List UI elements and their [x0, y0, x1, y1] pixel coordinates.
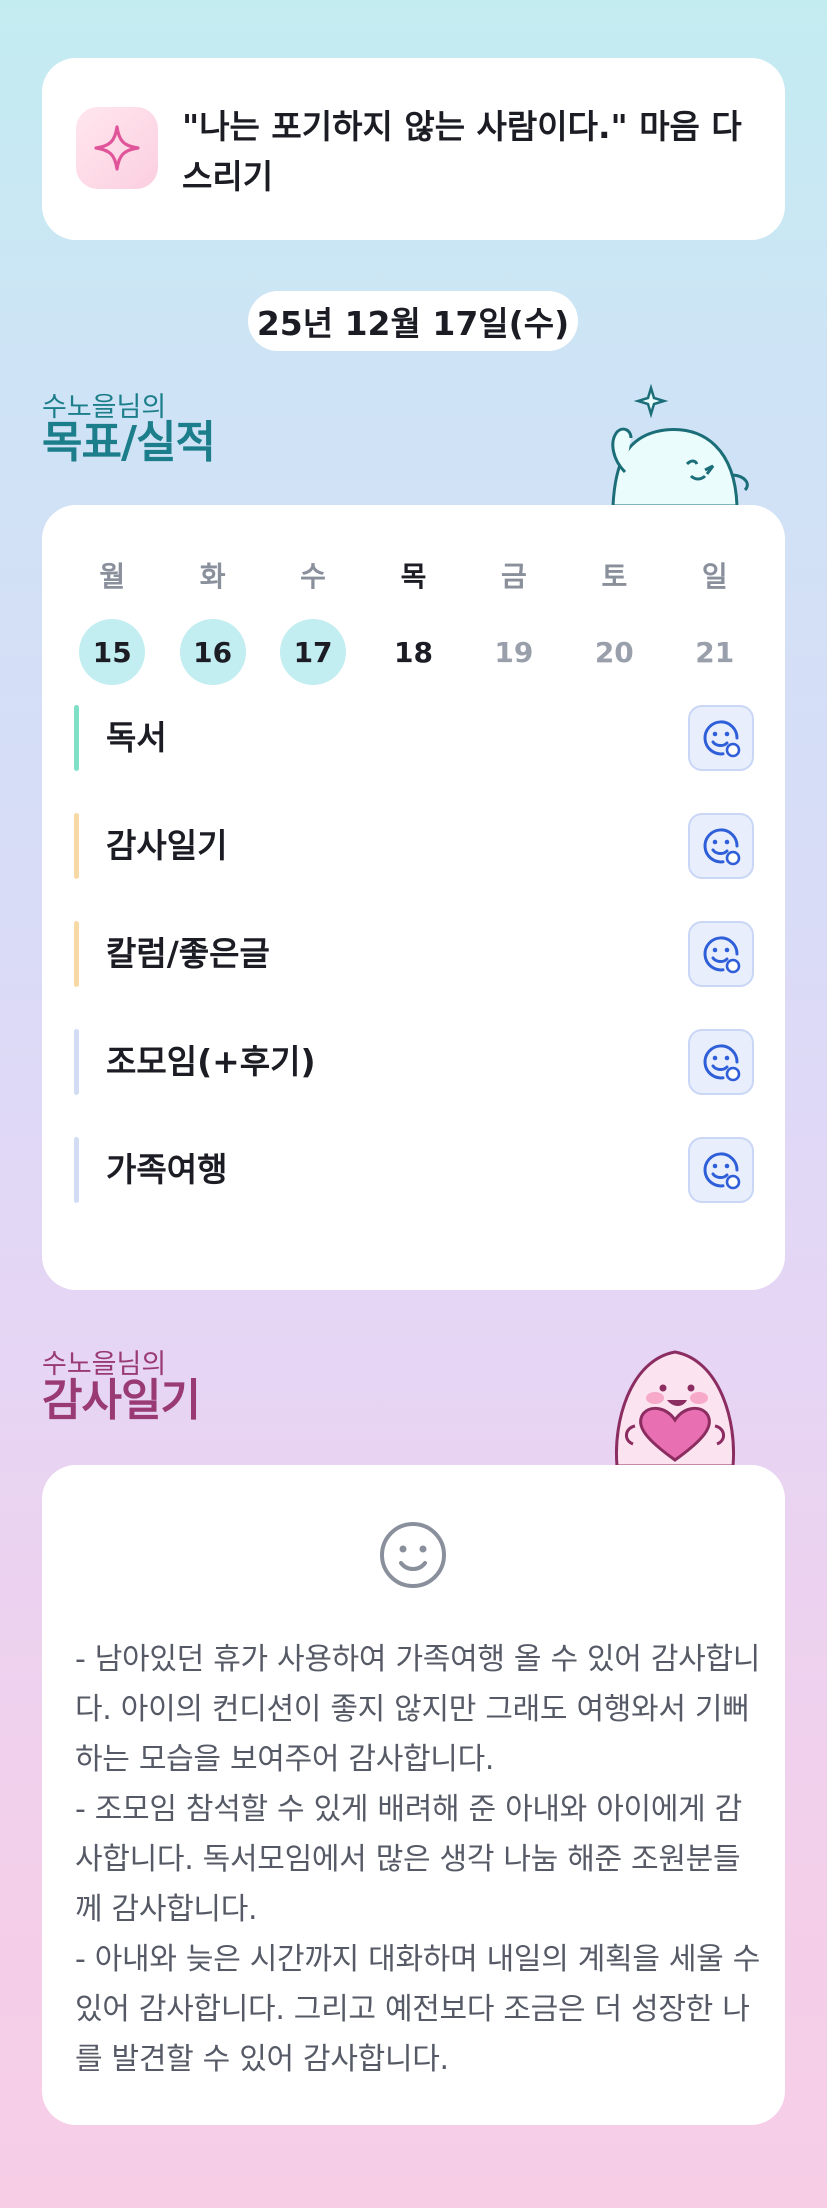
- day-number: 21: [695, 635, 735, 669]
- sparkle-icon: [76, 107, 158, 189]
- goals-section-title: 목표/실적: [42, 417, 216, 468]
- day-name: 월: [99, 560, 126, 593]
- day-name: 금: [501, 560, 527, 593]
- smiley-add-icon: [703, 1152, 741, 1190]
- goal-label: 독서: [106, 718, 167, 757]
- goal-row: 조모임(+후기): [74, 1029, 754, 1095]
- smiley-add-icon: [703, 720, 741, 758]
- goal-row: 가족여행: [74, 1137, 754, 1203]
- goal-label: 조모임(+후기): [106, 1042, 316, 1081]
- smiley-add-icon: [703, 936, 741, 974]
- smiley-add-button[interactable]: [688, 1029, 754, 1095]
- day-column[interactable]: 수 17: [263, 557, 363, 685]
- smiley-add-button[interactable]: [688, 705, 754, 771]
- goal-color-bar: [74, 921, 79, 987]
- motto-text: "나는 포기하지 않는 사람이다." 마음 다스리기: [182, 107, 742, 196]
- day-column[interactable]: 일 21: [665, 557, 765, 685]
- day-number: 20: [594, 635, 634, 669]
- goal-color-bar: [74, 1137, 79, 1203]
- day-column[interactable]: 화 16: [162, 557, 262, 685]
- day-name: 수: [300, 560, 326, 593]
- day-name: 일: [701, 560, 728, 593]
- goal-label: 감사일기: [106, 826, 228, 865]
- goal-row: 칼럼/좋은글: [74, 921, 754, 987]
- goals-card: 월 15 화 16 수 17 목 18 금 19 토 20 일 21 독서감사일기칼럼/좋은글조모임(+후…: [42, 505, 785, 1290]
- smiley-add-button[interactable]: [688, 813, 754, 879]
- smiley-add-button[interactable]: [688, 1137, 754, 1203]
- day-number: 16: [179, 619, 246, 685]
- week-calendar: 월 15 화 16 수 17 목 18 금 19 토 20 일 21: [62, 557, 765, 685]
- goal-row: 감사일기: [74, 813, 754, 879]
- day-number: 17: [280, 619, 347, 685]
- date-label[interactable]: 25년 12월 17일(수): [248, 291, 578, 351]
- gratitude-section-title: 감사일기: [42, 1375, 201, 1426]
- goal-color-bar: [74, 813, 79, 879]
- goal-color-bar: [74, 1029, 79, 1095]
- day-number: 15: [79, 619, 146, 685]
- smiley-icon: [380, 1522, 446, 1588]
- mascot-goals-illustration: [611, 383, 749, 506]
- day-name: 목: [400, 560, 427, 593]
- day-name: 화: [199, 560, 226, 593]
- goal-label: 칼럼/좋은글: [106, 934, 270, 973]
- day-name: 토: [601, 560, 628, 593]
- day-number: 18: [393, 635, 433, 669]
- mascot-heart-illustration: [614, 1350, 736, 1466]
- day-column[interactable]: 금 19: [464, 557, 564, 685]
- day-column[interactable]: 토 20: [564, 557, 664, 685]
- smiley-add-button[interactable]: [688, 921, 754, 987]
- day-column[interactable]: 월 15: [62, 557, 162, 685]
- day-column[interactable]: 목 18: [363, 557, 463, 685]
- gratitude-text: - 남아있던 휴가 사용하여 가족여행 올 수 있어 감사합니다. 아이의 컨디…: [75, 1642, 761, 2077]
- goal-row: 독서: [74, 705, 754, 771]
- motto-card: "나는 포기하지 않는 사람이다." 마음 다스리기: [42, 58, 785, 240]
- smiley-add-icon: [703, 1044, 741, 1082]
- goal-label: 가족여행: [106, 1150, 228, 1189]
- goal-color-bar: [74, 705, 79, 771]
- smiley-add-icon: [703, 828, 741, 866]
- gratitude-card: - 남아있던 휴가 사용하여 가족여행 올 수 있어 감사합니다. 아이의 컨디…: [42, 1465, 785, 2125]
- day-number: 19: [494, 635, 534, 669]
